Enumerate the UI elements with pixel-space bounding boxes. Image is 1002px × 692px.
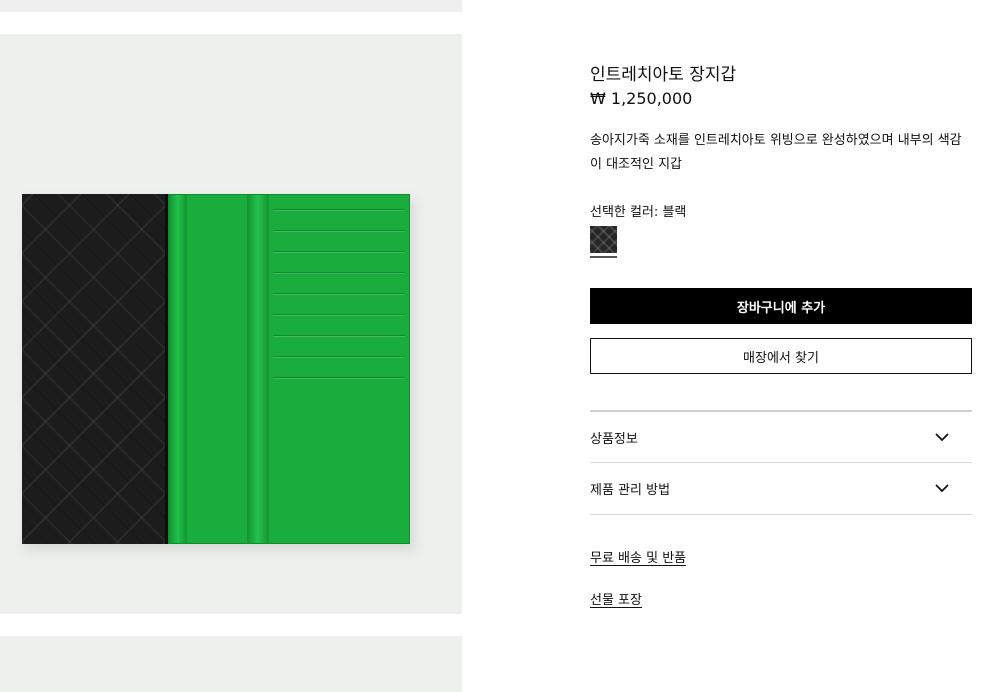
accordion-label: 상품정보 <box>590 432 638 447</box>
green-interior-panel <box>168 194 410 544</box>
swatch-selected-indicator <box>590 256 617 258</box>
gift-wrapping-link[interactable]: 선물 포장 <box>590 589 642 608</box>
interior-fold <box>247 195 269 543</box>
card-slots <box>273 199 405 539</box>
card-slot <box>273 377 405 397</box>
card-slot <box>273 335 405 355</box>
color-swatch-black[interactable] <box>590 226 617 253</box>
woven-leather-panel <box>22 194 168 544</box>
previous-image-panel[interactable] <box>0 0 462 12</box>
chevron-down-icon <box>935 484 949 493</box>
accordion-product-info[interactable]: 상품정보 <box>590 417 972 457</box>
card-slot <box>273 356 405 376</box>
divider <box>590 410 972 412</box>
find-in-store-button[interactable]: 매장에서 찾기 <box>590 338 972 374</box>
interior-fold <box>169 195 187 543</box>
card-slot <box>273 293 405 313</box>
product-title: 인트레치아토 장지갑 <box>590 65 737 85</box>
add-to-cart-button[interactable]: 장바구니에 추가 <box>590 288 972 324</box>
card-slot <box>273 314 405 334</box>
card-slot <box>273 230 405 250</box>
next-image-panel[interactable] <box>0 636 462 692</box>
divider <box>590 514 972 515</box>
accordion-label: 제품 관리 방법 <box>590 483 671 498</box>
product-description: 송아지가죽 소재를 인트레치아토 위빙으로 완성하였으며 내부의 색감이 대조적… <box>590 133 962 172</box>
divider <box>590 462 972 463</box>
wallet-illustration <box>22 194 414 550</box>
product-price: ₩ 1,250,000 <box>590 89 693 108</box>
chevron-down-icon <box>935 433 949 442</box>
main-product-image[interactable] <box>0 34 462 614</box>
card-slot <box>273 209 405 229</box>
accordion-care-instructions[interactable]: 제품 관리 방법 <box>590 468 972 508</box>
shipping-returns-link[interactable]: 무료 배송 및 반품 <box>590 547 686 566</box>
card-slot <box>273 272 405 292</box>
product-gallery <box>0 0 462 692</box>
selected-color-label: 선택한 컬러: 블랙 <box>590 205 687 220</box>
card-slot <box>273 251 405 271</box>
